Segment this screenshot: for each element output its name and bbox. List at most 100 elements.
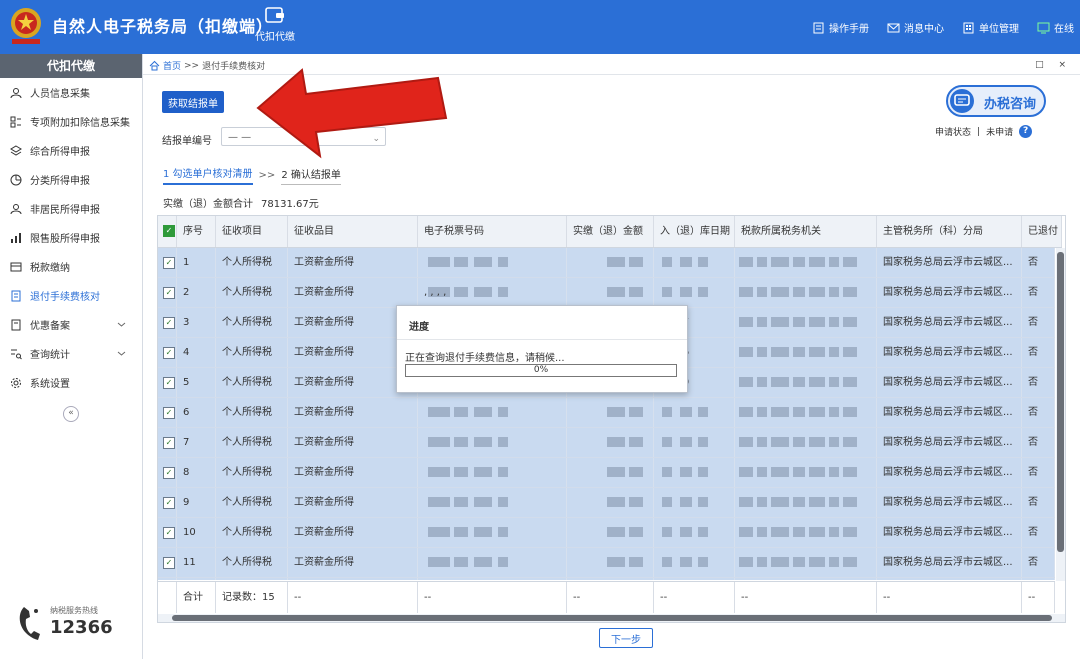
row-checkbox[interactable]: ✓ — [163, 317, 175, 329]
next-step-button[interactable]: 下一步 — [599, 628, 653, 648]
sidebar-item-label: 非居民所得申报 — [30, 205, 100, 216]
row-checkbox-cell: ✓ — [158, 368, 177, 397]
app-header: 自然人电子税务局（扣缴端） 代扣代缴 操作手册 消息中心 单位管理 在线 — [0, 0, 1080, 54]
redacted-block — [771, 377, 789, 387]
monitor-icon — [1037, 22, 1050, 33]
row-checkbox[interactable]: ✓ — [163, 437, 175, 449]
step-confirm-statement[interactable]: 2 确认结报单 — [281, 166, 341, 185]
sidebar-item-nonresident-income[interactable]: 非居民所得申报 — [0, 194, 142, 223]
sidebar-item-label: 人员信息采集 — [30, 89, 90, 100]
unit-management-link[interactable]: 单位管理 — [962, 20, 1019, 35]
table-row[interactable]: ✓12个人所得税工资薪金所得 国家税务总局云浮市云城区...否 — [158, 578, 1055, 580]
row-checkbox[interactable]: ✓ — [163, 347, 175, 359]
row-checkbox[interactable]: ✓ — [163, 377, 175, 389]
redacted-block — [771, 557, 789, 567]
redacted-block — [809, 287, 825, 297]
step-select-checklist[interactable]: 1 勾选单户核对清册 — [163, 165, 253, 185]
redacted-block — [793, 257, 805, 267]
cell-sub-item-text: 工资薪金所得 — [294, 557, 354, 568]
vertical-scrollbar[interactable] — [1056, 248, 1065, 581]
redacted-block — [607, 287, 625, 297]
row-checkbox[interactable]: ✓ — [163, 557, 175, 569]
apply-status-divider: | — [977, 126, 981, 137]
redacted-block — [843, 497, 857, 507]
tax-consult-button[interactable]: 办税咨询 — [946, 85, 1046, 117]
row-checkbox-cell: ✓ — [158, 338, 177, 367]
cell-amount — [567, 278, 654, 307]
sidebar-item-special-deduction[interactable]: 专项附加扣除信息采集 — [0, 107, 142, 136]
apply-status-value: 未申请 — [986, 128, 1014, 138]
redacted-block — [498, 287, 508, 297]
table-row[interactable]: ✓ 10 个人所得税 工资薪金所得 国家税务总局云浮市云城区... 否 — [158, 518, 1055, 548]
table-row[interactable]: ✓ 7 个人所得税 工资薪金所得 国家税务总局云浮市云城区... 否 — [158, 428, 1055, 458]
online-status-link[interactable]: 在线 — [1037, 20, 1074, 35]
breadcrumb-home-link[interactable]: 首页 — [163, 59, 181, 72]
sidebar-item-query-statistics[interactable]: 查询统计 — [0, 339, 142, 368]
sidebar-item-fee-check[interactable]: 退付手续费核对 — [0, 281, 142, 310]
redacted-block — [843, 527, 857, 537]
redacted-block — [680, 407, 692, 417]
redacted-block — [629, 407, 643, 417]
redacted-block — [698, 407, 708, 417]
sidebar-item-preferential-filing[interactable]: 优惠备案 — [0, 310, 142, 339]
vertical-scroll-thumb[interactable] — [1057, 252, 1064, 552]
redacted-block — [474, 257, 492, 267]
window-controls[interactable]: □ × — [1035, 60, 1072, 70]
redacted-block — [809, 377, 825, 387]
col-amount: 实缴（退）金额 — [567, 216, 654, 247]
row-checkbox[interactable]: ✓ — [163, 407, 175, 419]
footer-record-count: 记录数：15 — [216, 582, 288, 613]
cell-item-text: 个人所得税 — [222, 557, 272, 568]
row-checkbox[interactable]: ✓ — [163, 467, 175, 479]
table-row[interactable]: ✓ 2 个人所得税 工资薪金所得 , , , , 国家税务总局云浮市云城区... 否 — [158, 278, 1055, 308]
row-checkbox[interactable]: ✓ — [163, 497, 175, 509]
cell-no: 5 — [177, 368, 216, 397]
cell-branch: 国家税务总局云浮市云城区... — [877, 278, 1022, 307]
table-row[interactable]: ✓ 8 个人所得税 工资薪金所得 国家税务总局云浮市云城区... 否 — [158, 458, 1055, 488]
redacted-block — [428, 407, 450, 417]
cell-no-text: 7 — [183, 437, 190, 448]
cell-refunded-text: 否 — [1028, 497, 1038, 508]
cell-sub-item-text: 工资薪金所得 — [294, 407, 354, 418]
collapse-sidebar-button[interactable]: « — [63, 406, 79, 422]
horizontal-scrollbar[interactable] — [158, 614, 1065, 622]
cell-refunded: 否 — [1022, 428, 1055, 457]
sidebar-item-system-settings[interactable]: 系统设置 — [0, 368, 142, 397]
cell-date — [654, 488, 735, 517]
help-icon[interactable]: ? — [1019, 125, 1033, 138]
sidebar-item-comprehensive-income[interactable]: 综合所得申报 — [0, 136, 142, 165]
select-all-header[interactable]: ✓ — [158, 216, 177, 247]
table-row[interactable]: ✓ 6 个人所得税 工资薪金所得 国家税务总局云浮市云城区... 否 — [158, 398, 1055, 428]
redacted-block — [829, 287, 839, 297]
row-checkbox[interactable]: ✓ — [163, 287, 175, 299]
sidebar-item-tax-payment[interactable]: 税款缴纳 — [0, 252, 142, 281]
table-row[interactable]: ✓ 11 个人所得税 工资薪金所得 国家税务总局云浮市云城区... 否 — [158, 548, 1055, 578]
cell-sub-item-text: 工资薪金所得 — [294, 467, 354, 478]
table-row[interactable]: ✓ 1 个人所得税 工资薪金所得 国家税务总局云浮市云城区... 否 — [158, 248, 1055, 278]
redacted-block — [809, 437, 825, 447]
table-row[interactable]: ✓ 9 个人所得税 工资薪金所得 国家税务总局云浮市云城区... 否 — [158, 488, 1055, 518]
redacted-block — [843, 347, 857, 357]
redacted-block — [474, 497, 492, 507]
sidebar-item-classified-income[interactable]: 分类所得申报 — [0, 165, 142, 194]
horizontal-scroll-thumb[interactable] — [172, 615, 1052, 621]
cell-branch: 国家税务总局云浮市云城区... — [877, 428, 1022, 457]
cell-refunded-text: 否 — [1028, 317, 1038, 328]
row-checkbox[interactable]: ✓ — [163, 257, 175, 269]
redacted-block — [757, 377, 767, 387]
row-checkbox[interactable]: ✓ — [163, 527, 175, 539]
sidebar-item-personnel-info[interactable]: 人员信息采集 — [0, 78, 142, 107]
cell-branch-text: 国家税务总局云浮市云城区... — [883, 437, 1013, 448]
row-checkbox-cell: ✓ — [158, 278, 177, 307]
cell-sub-item-text: 工资薪金所得 — [294, 497, 354, 508]
footer-dash: -- — [654, 582, 735, 613]
sidebar-item-restricted-shares[interactable]: 限售股所得申报 — [0, 223, 142, 252]
manual-link[interactable]: 操作手册 — [812, 20, 869, 35]
sidebar-item-label: 限售股所得申报 — [30, 234, 100, 245]
redacted-block — [809, 347, 825, 357]
fetch-statement-button[interactable]: 获取结报单 — [162, 91, 224, 113]
messages-link[interactable]: 消息中心 — [887, 20, 944, 35]
top-nav-withholding[interactable]: 代扣代缴 — [252, 6, 298, 43]
select-all-checkbox[interactable]: ✓ — [163, 225, 175, 237]
footer-dash: -- — [1022, 582, 1055, 613]
